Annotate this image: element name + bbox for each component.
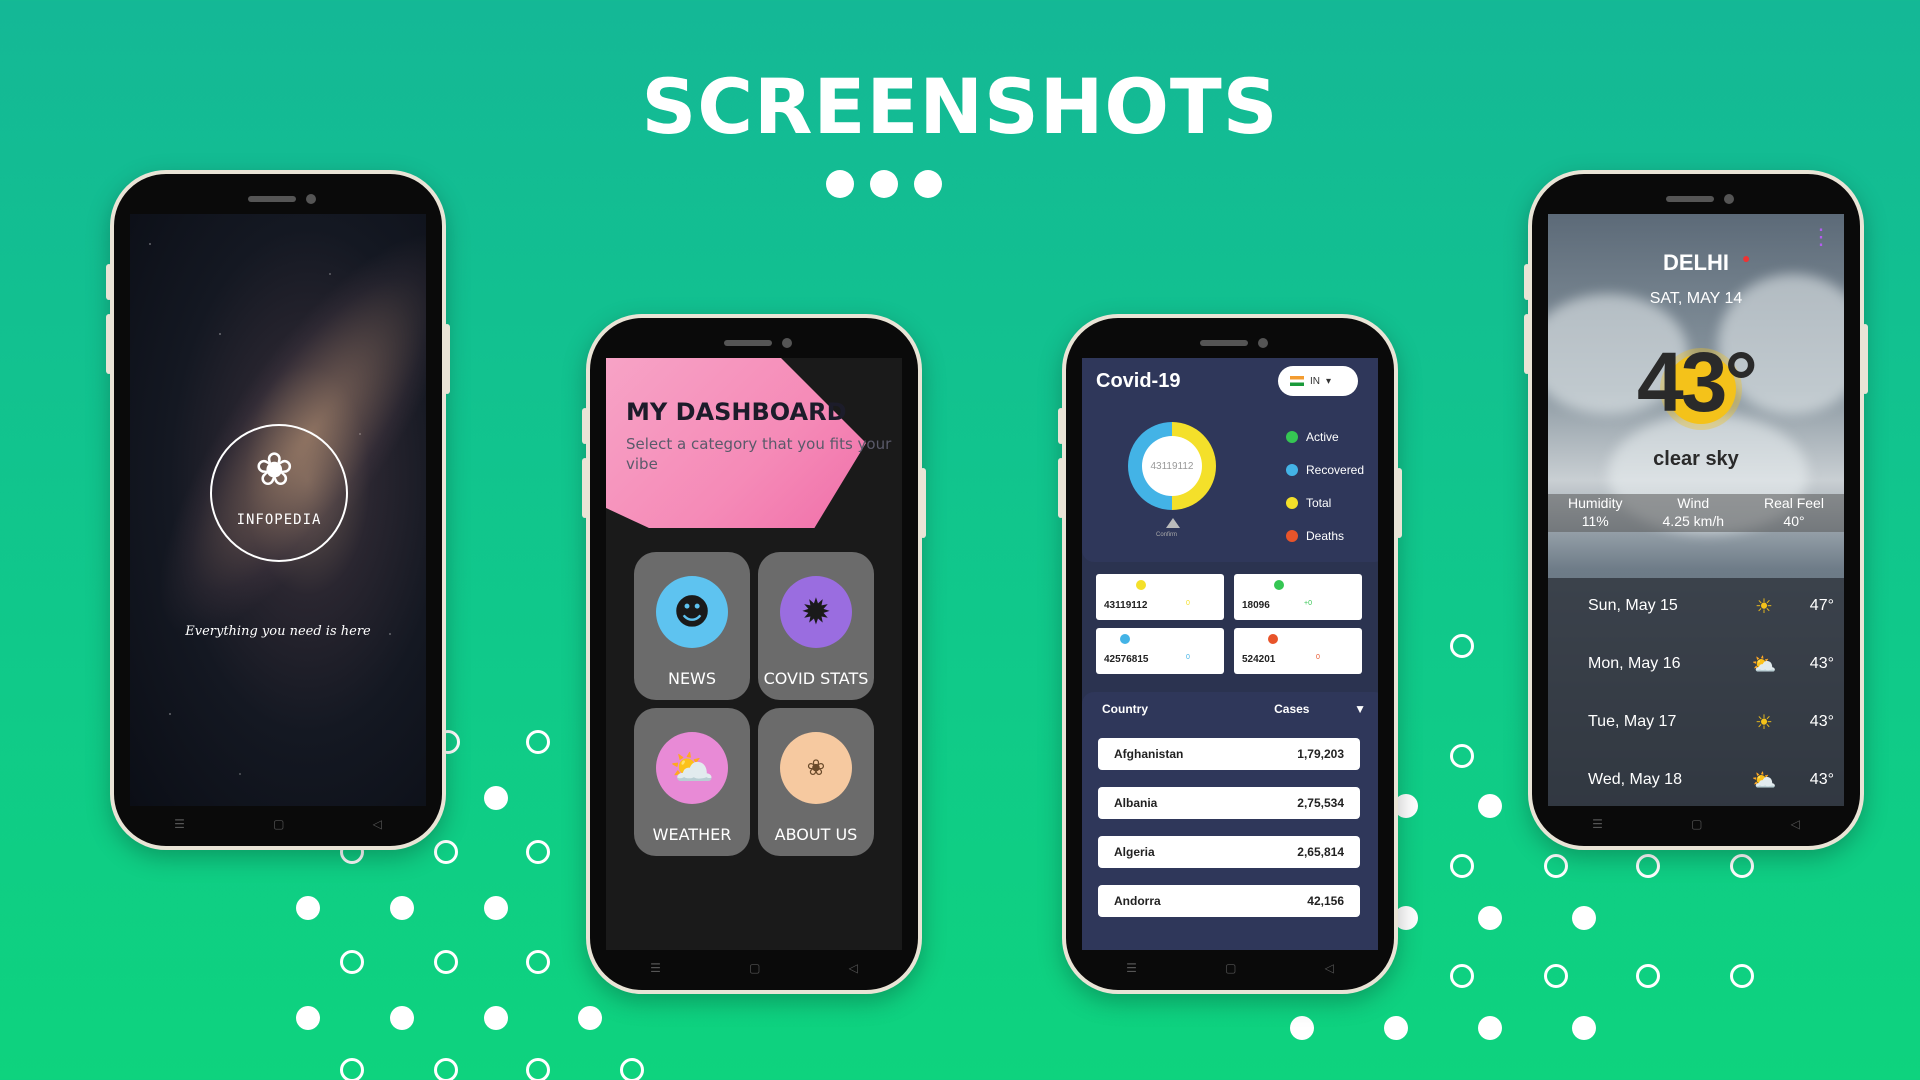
stat-card-deaths: 524201 0 (1234, 628, 1362, 674)
stat-card-recovered: 42576815 0 (1096, 628, 1224, 674)
tile-label: WEATHER (652, 825, 732, 844)
table-header: Country Cases ▼ (1102, 702, 1366, 716)
metric-wind: Wind 4.25 km/h (1662, 495, 1724, 529)
list-item[interactable]: Wed, May 18 ⛅ 43° (1548, 752, 1844, 806)
country-table: Country Cases ▼ Afghanistan 1,79,203 Alba… (1082, 692, 1378, 950)
tile-label: ABOUT US (774, 825, 858, 844)
weather-screen: DELHI ● ⋮ SAT, MAY 14 43° clear sky Humi… (1548, 214, 1844, 806)
speaker (1200, 340, 1248, 346)
network-globe-icon: ❀ (255, 442, 294, 496)
list-item[interactable]: Tue, May 17 ☀ 43° (1548, 694, 1844, 750)
donut-center-value: 43119112 (1142, 436, 1202, 496)
country-code: IN (1310, 375, 1320, 387)
india-flag-icon (1290, 376, 1304, 386)
phone-dashboard: MY DASHBOARD Select a category that you … (582, 314, 926, 994)
speaker (1666, 196, 1714, 202)
news-reader-icon: ☻ (656, 576, 728, 648)
logo-text: INFOPEDIA (236, 512, 322, 528)
city-name: DELHI (1663, 250, 1729, 275)
dashboard-screen: MY DASHBOARD Select a category that you … (606, 358, 902, 950)
table-row[interactable]: Afghanistan 1,79,203 (1098, 738, 1360, 770)
menu-icon[interactable]: ☰ (1126, 961, 1137, 975)
android-navbar: ☰ ▢ ◁ (1082, 956, 1378, 980)
front-camera (782, 338, 792, 348)
home-icon[interactable]: ▢ (1691, 817, 1702, 831)
header-cases[interactable]: Cases (1274, 702, 1354, 716)
triangle-icon (1166, 518, 1180, 528)
back-icon[interactable]: ◁ (1325, 961, 1334, 975)
summary-card: Covid-19 IN ▾ 43119112 Confirm Active Re… (1082, 358, 1378, 562)
tile-label: NEWS (667, 669, 717, 688)
back-icon[interactable]: ◁ (1791, 817, 1800, 831)
location-pin-icon: ● (1742, 250, 1751, 266)
home-icon[interactable]: ▢ (749, 961, 760, 975)
infopedia-logo: ❀ INFOPEDIA (210, 424, 348, 562)
legend-item-deaths: Deaths (1286, 519, 1364, 552)
legend-item-recovered: Recovered (1286, 453, 1364, 486)
front-camera (306, 194, 316, 204)
legend-item-active: Active (1286, 420, 1364, 453)
legend-item-total: Total (1286, 486, 1364, 519)
donut-caption: Confirm (1156, 532, 1178, 538)
sun-cloud-icon: ⛅ (656, 732, 728, 804)
back-icon[interactable]: ◁ (373, 817, 382, 831)
table-row[interactable]: Andorra 42,156 (1098, 885, 1360, 917)
country-selector[interactable]: IN ▾ (1278, 366, 1358, 396)
tile-about-us[interactable]: ❀ ABOUT US (758, 708, 874, 856)
list-item[interactable]: Sun, May 15 ☀ 47° (1548, 578, 1844, 634)
header-country: Country (1102, 702, 1148, 716)
stat-card-total: 43119112 0 (1096, 574, 1224, 620)
current-temperature: 43° (1636, 335, 1758, 429)
home-icon[interactable]: ▢ (1225, 961, 1236, 975)
android-navbar: ☰ ▢ ◁ (1548, 812, 1844, 836)
condition: clear sky (1653, 448, 1739, 470)
weather-metrics: Humidity 11% Wind 4.25 km/h Real Feel 40° (1548, 494, 1844, 532)
speaker (724, 340, 772, 346)
stat-card-active: 18096 +0 (1234, 574, 1362, 620)
list-item[interactable]: Mon, May 16 ⛅ 43° (1548, 636, 1844, 692)
splash-screen: ❀ INFOPEDIA Everything you need is here (130, 214, 426, 806)
tile-covid-stats[interactable]: ✹ COVID STATS (758, 552, 874, 700)
front-camera (1724, 194, 1734, 204)
table-row[interactable]: Albania 2,75,534 (1098, 787, 1360, 819)
covid-title: Covid-19 (1096, 370, 1181, 392)
infopedia-logo-icon: ❀ (780, 732, 852, 804)
phone-splash: ❀ INFOPEDIA Everything you need is here … (106, 170, 450, 850)
sort-down-icon[interactable]: ▼ (1354, 702, 1366, 716)
home-icon[interactable]: ▢ (273, 817, 284, 831)
covid-screen: Covid-19 IN ▾ 43119112 Confirm Active Re… (1082, 358, 1378, 950)
android-navbar: ☰ ▢ ◁ (130, 812, 426, 836)
menu-icon[interactable]: ☰ (650, 961, 661, 975)
back-icon[interactable]: ◁ (849, 961, 858, 975)
menu-icon[interactable]: ☰ (1592, 817, 1603, 831)
speaker (248, 196, 296, 202)
page-title: SCREENSHOTS (641, 62, 1279, 151)
tile-news[interactable]: ☻ NEWS (634, 552, 750, 700)
table-row[interactable]: Algeria 2,65,814 (1098, 836, 1360, 868)
legend: Active Recovered Total Deaths (1286, 420, 1364, 552)
virus-icon: ✹ (780, 576, 852, 648)
donut-chart: 43119112 (1128, 422, 1216, 510)
tagline: Everything you need is here (185, 624, 371, 639)
android-navbar: ☰ ▢ ◁ (606, 956, 902, 980)
chevron-down-icon: ▾ (1326, 375, 1332, 387)
more-options-icon[interactable]: ⋮ (1810, 226, 1832, 248)
cloud-sun-icon: ⛅ (1751, 769, 1777, 792)
phone-covid: Covid-19 IN ▾ 43119112 Confirm Active Re… (1058, 314, 1402, 994)
sun-icon: ☀ (1755, 711, 1773, 734)
metric-humidity: Humidity 11% (1568, 495, 1623, 529)
phone-weather: DELHI ● ⋮ SAT, MAY 14 43° clear sky Humi… (1524, 170, 1868, 850)
weather-date: SAT, MAY 14 (1649, 290, 1743, 307)
sun-icon: ☀ (1755, 595, 1773, 618)
forecast-list: Sun, May 15 ☀ 47° Mon, May 16 ⛅ 43° Tue, May… (1548, 578, 1844, 806)
dashboard-title: MY DASHBOARD (626, 398, 847, 426)
cloud-sun-icon: ⛅ (1751, 653, 1777, 676)
front-camera (1258, 338, 1268, 348)
tile-label: COVID STATS (763, 669, 869, 688)
menu-icon[interactable]: ☰ (174, 817, 185, 831)
tile-weather[interactable]: ⛅ WEATHER (634, 708, 750, 856)
metric-real-feel: Real Feel 40° (1764, 495, 1824, 529)
dashboard-subtitle: Select a category that you fits your vib… (626, 435, 892, 473)
title-dots (826, 170, 942, 198)
